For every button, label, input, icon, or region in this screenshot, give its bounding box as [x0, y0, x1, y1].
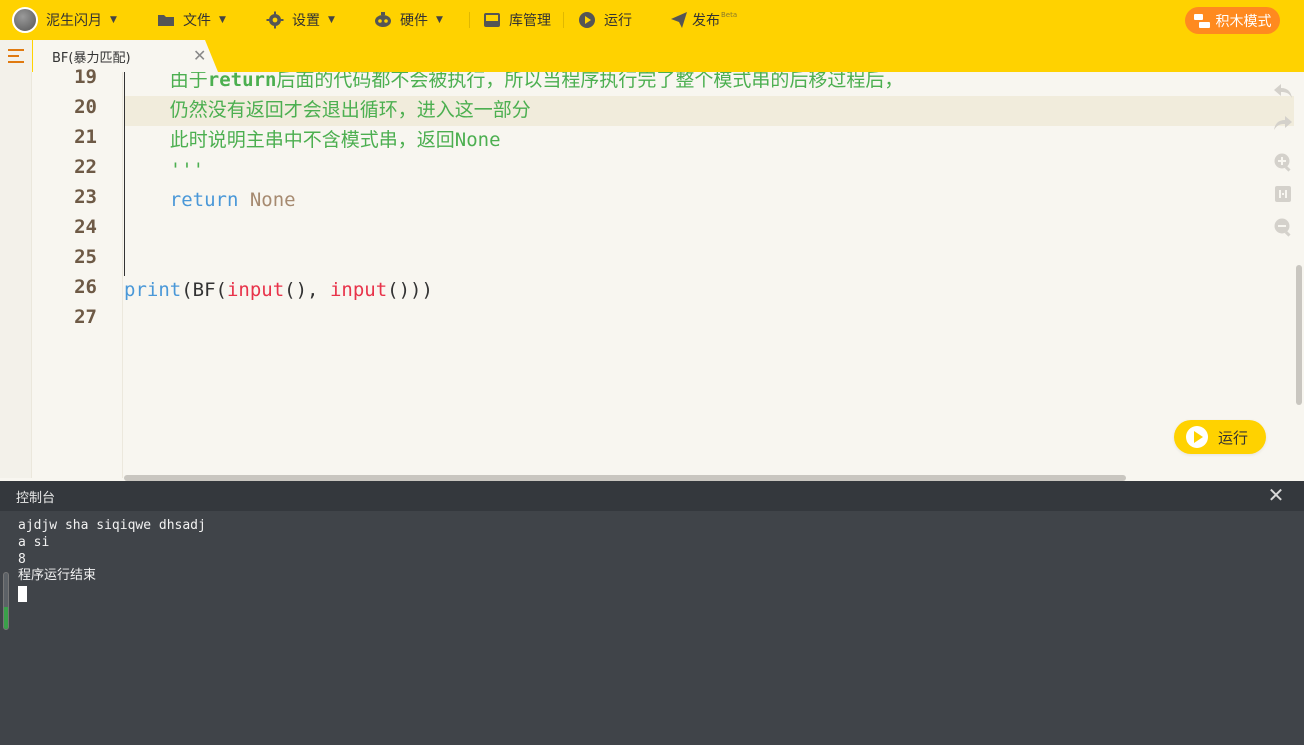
divider: [563, 12, 564, 28]
blocks-icon: [1193, 13, 1210, 28]
code-line-21: 此时说明主串中不含模式串，返回None: [124, 129, 501, 151]
console-close-icon[interactable]: ✕: [1266, 483, 1286, 507]
beta-badge: Beta: [721, 11, 738, 19]
zoom-reset-button[interactable]: [1272, 183, 1294, 205]
line-number: 26: [74, 276, 97, 298]
vertical-scrollbar[interactable]: [1296, 265, 1302, 405]
code-line-23: return None: [124, 189, 296, 211]
code-editor[interactable]: 由于return后面的代码都不会被执行，所以当程序执行完了整个模式串的后移过程后…: [124, 72, 1294, 478]
publish-menu-label: 发布: [692, 13, 720, 29]
blocks-mode-label: 积木模式: [1215, 13, 1272, 30]
line-number: 19: [74, 66, 97, 88]
zoom-out-button[interactable]: [1272, 216, 1294, 238]
inbox-icon: [484, 13, 500, 27]
line-number: 24: [74, 216, 97, 238]
code-line-19: 由于return后面的代码都不会被执行，所以当程序执行完了整个模式串的后移过程后…: [124, 72, 904, 91]
chevron-down-icon: ▼: [219, 15, 226, 25]
file-menu[interactable]: 文件 ▼: [157, 0, 226, 40]
hardware-menu-label: 硬件: [400, 13, 428, 29]
console-line: 程序运行结束: [18, 568, 97, 583]
menu-icon: [8, 49, 24, 63]
chevron-down-icon: ▼: [328, 15, 335, 25]
console-cursor: [18, 586, 27, 602]
paper-plane-icon: [671, 12, 687, 28]
settings-menu-label: 设置: [292, 13, 320, 29]
play-icon: [1186, 426, 1208, 448]
divider: [469, 12, 470, 28]
gear-icon: [266, 11, 284, 29]
line-number: 21: [74, 126, 97, 148]
redo-button[interactable]: [1272, 112, 1294, 134]
file-menu-label: 文件: [183, 13, 211, 29]
line-number: 23: [74, 186, 97, 208]
zoom-reset-icon: [1275, 186, 1291, 202]
publish-menu[interactable]: 发布 Beta: [670, 0, 737, 40]
console-title: 控制台: [16, 490, 56, 506]
library-menu[interactable]: 库管理: [483, 0, 551, 40]
code-line-20: 仍然没有返回才会退出循环，进入这一部分: [124, 99, 531, 121]
folder-icon: [158, 15, 174, 26]
undo-icon: [1274, 84, 1292, 98]
settings-menu[interactable]: 设置 ▼: [266, 0, 335, 40]
run-menu-label: 运行: [604, 13, 632, 29]
console-header: 控制台: [0, 481, 1304, 511]
run-button[interactable]: 运行: [1174, 420, 1266, 454]
zoom-in-icon: [1274, 153, 1291, 172]
user-name: 泥生闪月: [46, 13, 102, 29]
line-number: 27: [74, 306, 97, 328]
close-icon[interactable]: ✕: [193, 46, 206, 65]
menubar: 泥生闪月 ▼ 文件 ▼ 设置 ▼ 硬件 ▼ 库管理 运行 发布 Beta 积木模…: [0, 0, 1304, 40]
console-line: a si: [18, 535, 50, 550]
line-number: 20: [74, 96, 97, 118]
play-circle-icon: [579, 12, 595, 28]
user-menu[interactable]: 泥生闪月 ▼: [12, 0, 117, 40]
hardware-icon: [375, 12, 391, 27]
left-gutter: [0, 72, 32, 478]
line-number: 25: [74, 246, 97, 268]
chevron-down-icon: ▼: [110, 15, 117, 25]
blocks-mode-button[interactable]: 积木模式: [1185, 7, 1280, 34]
file-list-toggle[interactable]: [0, 40, 32, 72]
redo-icon: [1274, 116, 1292, 130]
tab-title: BF(暴力匹配): [52, 50, 131, 66]
console-scrollbar[interactable]: [3, 572, 9, 630]
tab-bf[interactable]: BF(暴力匹配): [33, 40, 218, 72]
console-output[interactable]: [0, 511, 1304, 745]
console-line: ajdjw sha siqiqwe dhsadj: [18, 518, 206, 533]
undo-button[interactable]: [1272, 80, 1294, 102]
code-line-26: print(BF(input(), input())): [124, 279, 433, 301]
hardware-menu[interactable]: 硬件 ▼: [374, 0, 443, 40]
avatar: [12, 7, 38, 33]
zoom-in-button[interactable]: [1272, 151, 1294, 173]
code-line-22: ''': [124, 159, 205, 181]
line-number: 22: [74, 156, 97, 178]
console-line: 8: [18, 552, 26, 567]
console-scrollbar-thumb[interactable]: [4, 606, 8, 629]
line-numbers: 19 20 21 22 23 24 25 26 27: [33, 66, 123, 478]
run-menu[interactable]: 运行: [578, 0, 632, 40]
run-button-label: 运行: [1218, 428, 1249, 447]
library-menu-label: 库管理: [509, 13, 551, 29]
zoom-out-icon: [1274, 218, 1291, 237]
chevron-down-icon: ▼: [436, 15, 443, 25]
